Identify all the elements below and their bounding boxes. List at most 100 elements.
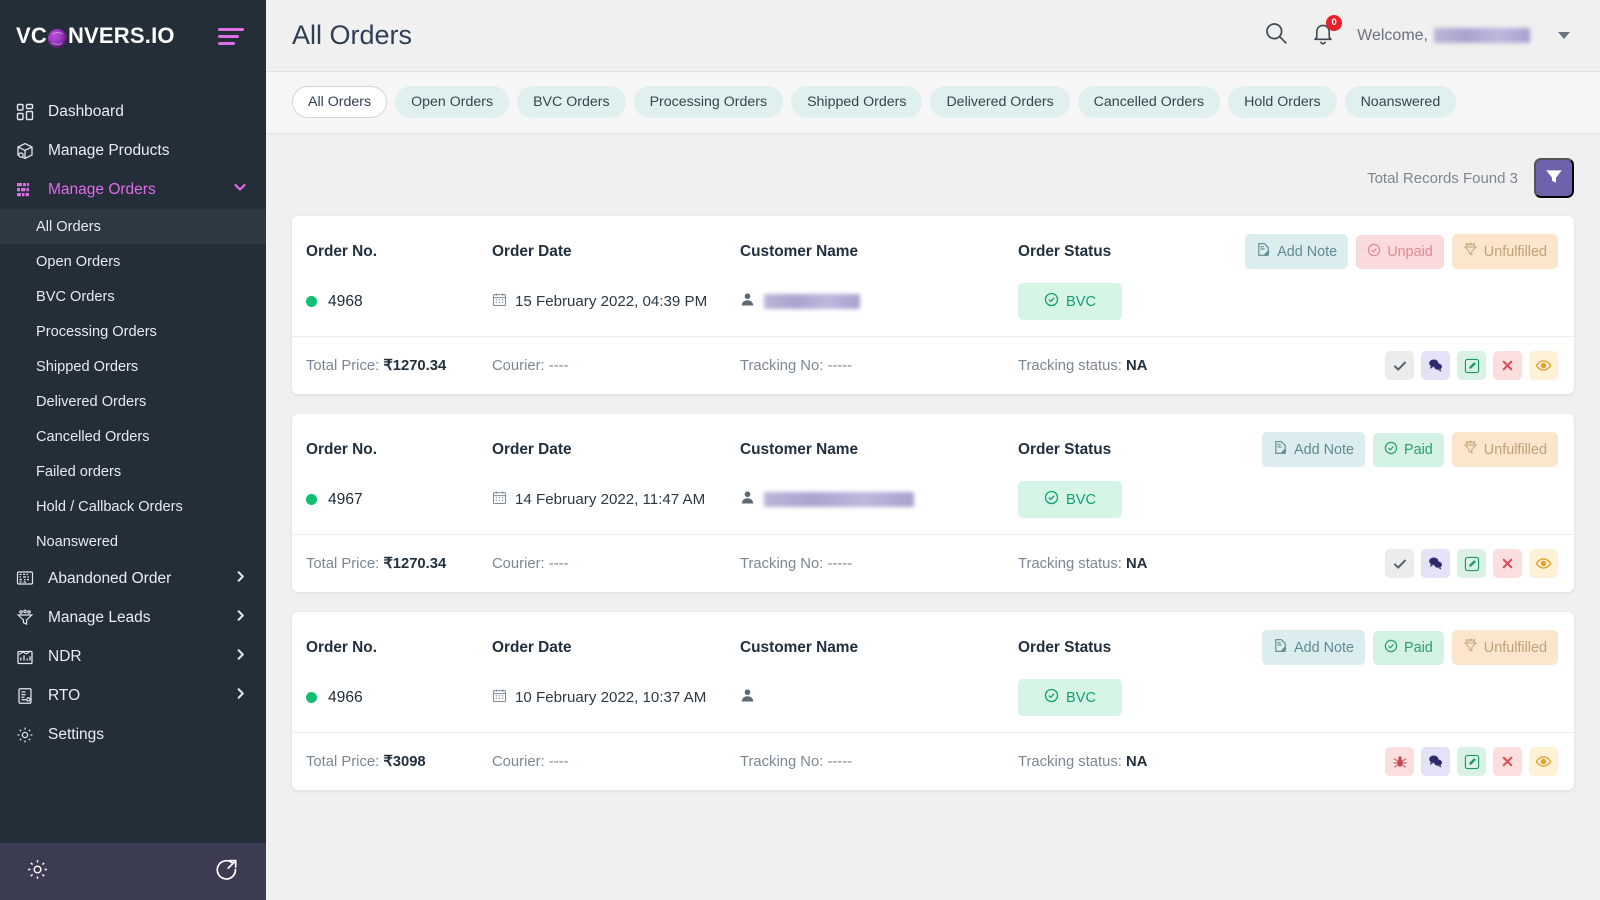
fulfillment-status-badge: Unfulfilled: [1452, 234, 1558, 269]
sidebar-item-abandoned-order[interactable]: Abandoned Order: [0, 559, 266, 598]
sidebar-item-label: Manage Leads: [48, 609, 151, 627]
close-icon[interactable]: [1493, 747, 1522, 776]
add-note-button[interactable]: Add Note: [1262, 432, 1365, 467]
tab-delivered-orders[interactable]: Delivered Orders: [930, 86, 1069, 118]
sidebar-item-label: RTO: [48, 687, 80, 705]
sidebar-item-manage-leads[interactable]: Manage Leads: [0, 598, 266, 637]
external-link-icon[interactable]: [215, 857, 240, 887]
sidebar-subitem-label: BVC Orders: [36, 289, 115, 305]
person-icon: [740, 490, 755, 509]
chevron-down-icon[interactable]: [1558, 32, 1570, 39]
add-note-button[interactable]: Add Note: [1262, 630, 1365, 665]
check-icon[interactable]: [1385, 351, 1414, 380]
status-dot-icon: [306, 296, 317, 307]
tab-bvc-orders[interactable]: BVC Orders: [517, 86, 625, 118]
tracking-no-value: -----: [827, 754, 852, 770]
sidebar-item-label: Dashboard: [48, 103, 124, 121]
sidebar-item-label: Manage Orders: [48, 181, 156, 199]
sidebar-item-manage-products[interactable]: Manage Products: [0, 131, 266, 170]
app-logo[interactable]: VC NVERS.IO: [16, 23, 175, 49]
order-date-cell: 15 February 2022, 04:39 PM: [492, 292, 740, 311]
gear-icon[interactable]: [26, 858, 49, 886]
eye-icon[interactable]: [1529, 549, 1558, 578]
chevron-right-icon[interactable]: [233, 569, 248, 589]
bug-icon[interactable]: [1385, 747, 1414, 776]
order-status-cell: BVC: [1018, 283, 1558, 320]
chevron-right-icon[interactable]: [233, 647, 248, 667]
customer-name-cell: [740, 490, 1018, 509]
eye-icon[interactable]: [1529, 351, 1558, 380]
tab-all-orders[interactable]: All Orders: [292, 86, 387, 118]
search-icon[interactable]: [1263, 20, 1289, 51]
edit-icon[interactable]: [1457, 351, 1486, 380]
sidebar-subitem-open-orders[interactable]: Open Orders: [0, 244, 266, 279]
column-header-order-status: Order Status: [1018, 243, 1111, 261]
chat-icon[interactable]: [1421, 549, 1450, 578]
sidebar-subitem-cancelled-orders[interactable]: Cancelled Orders: [0, 419, 266, 454]
add-note-button[interactable]: Add Note: [1245, 234, 1348, 269]
order-header-badges: Add Note Unpaid: [1245, 234, 1558, 269]
close-icon[interactable]: [1493, 351, 1522, 380]
order-card: Order No. Order Date Customer Name Order…: [292, 216, 1574, 394]
courier-value: ----: [549, 358, 569, 374]
chat-icon[interactable]: [1421, 747, 1450, 776]
sidebar-item-dashboard[interactable]: Dashboard: [0, 92, 266, 131]
tab-cancelled-orders[interactable]: Cancelled Orders: [1078, 86, 1220, 118]
filter-button[interactable]: [1534, 158, 1574, 198]
order-date-value: 15 February 2022, 04:39 PM: [515, 293, 707, 310]
total-price-label: Total Price:: [306, 754, 379, 770]
close-icon[interactable]: [1493, 549, 1522, 578]
globe-icon: [48, 29, 67, 48]
sidebar-subitem-shipped-orders[interactable]: Shipped Orders: [0, 349, 266, 384]
check-icon[interactable]: [1385, 549, 1414, 578]
sidebar-item-label: NDR: [48, 648, 82, 666]
chevron-down-icon[interactable]: [232, 179, 248, 200]
funnel-leads-icon: [15, 608, 34, 627]
bell-icon[interactable]: 0: [1311, 21, 1335, 50]
welcome-text: Welcome,: [1357, 27, 1530, 45]
column-header-customer-name: Customer Name: [740, 441, 1018, 459]
tab-noanswered[interactable]: Noanswered: [1345, 86, 1457, 118]
order-date-cell: 10 February 2022, 10:37 AM: [492, 688, 740, 707]
order-date-value: 14 February 2022, 11:47 AM: [515, 491, 705, 508]
sidebar-item-ndr[interactable]: NDR: [0, 637, 266, 676]
sidebar-subitem-failed-orders[interactable]: Failed orders: [0, 454, 266, 489]
sidebar-item-rto[interactable]: RTO: [0, 676, 266, 715]
tab-hold-orders[interactable]: Hold Orders: [1228, 86, 1336, 118]
eye-icon[interactable]: [1529, 747, 1558, 776]
tab-processing-orders[interactable]: Processing Orders: [634, 86, 783, 118]
sidebar-item-manage-orders[interactable]: Manage Orders: [0, 170, 266, 209]
order-card-body: 4967 14 February 2022, 11:47 AM: [292, 467, 1574, 535]
column-header-order-date: Order Date: [492, 441, 740, 459]
order-card: Order No. Order Date Customer Name Order…: [292, 612, 1574, 790]
calendar-icon: [492, 490, 507, 509]
tracking-status-cell: Tracking status: NA: [1018, 754, 1147, 770]
note-icon: [1273, 638, 1288, 657]
chevron-right-icon[interactable]: [233, 686, 248, 706]
tracking-status-value: NA: [1126, 556, 1147, 572]
chevron-right-icon[interactable]: [233, 608, 248, 628]
sidebar-subitem-processing-orders[interactable]: Processing Orders: [0, 314, 266, 349]
chart-ndr-icon: [15, 647, 34, 666]
tab-open-orders[interactable]: Open Orders: [395, 86, 509, 118]
sidebar-subitem-noanswered[interactable]: Noanswered: [0, 524, 266, 559]
tab-shipped-orders[interactable]: Shipped Orders: [791, 86, 922, 118]
order-status-label: BVC: [1066, 690, 1096, 706]
page-title: All Orders: [292, 20, 412, 51]
edit-icon[interactable]: [1457, 549, 1486, 578]
order-status-label: BVC: [1066, 294, 1096, 310]
payment-status-label: Unpaid: [1387, 244, 1433, 260]
sidebar-subitem-hold-callback-orders[interactable]: Hold / Callback Orders: [0, 489, 266, 524]
check-circle-icon: [1044, 292, 1059, 311]
check-circle-icon: [1384, 639, 1398, 657]
chat-icon[interactable]: [1421, 351, 1450, 380]
grid-dashboard-icon: [15, 102, 34, 121]
column-header-order-no: Order No.: [306, 441, 492, 459]
edit-icon[interactable]: [1457, 747, 1486, 776]
sidebar-item-settings[interactable]: Settings: [0, 715, 266, 754]
hamburger-icon[interactable]: [218, 24, 244, 49]
total-price-cell: Total Price: ₹3098: [306, 753, 492, 770]
sidebar-subitem-delivered-orders[interactable]: Delivered Orders: [0, 384, 266, 419]
sidebar-subitem-bvc-orders[interactable]: BVC Orders: [0, 279, 266, 314]
sidebar-subitem-all-orders[interactable]: All Orders: [0, 209, 266, 244]
